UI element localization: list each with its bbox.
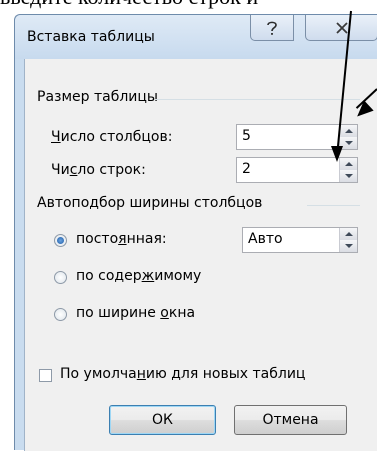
ok-button[interactable]: ОК [109,405,216,435]
arrow-down-icon [344,174,353,178]
default-for-new-tables-label[interactable]: По умолчанию для новых таблиц [60,366,305,382]
arrow-up-icon [344,162,353,166]
rows-label: Число строк: [51,162,146,178]
fixed-width-value: Авто [248,231,283,247]
insert-table-dialog: Вставка таблицы Размер таблицы Число сто… [14,14,377,451]
arrow-down-icon [344,141,353,145]
rows-value: 2 [242,161,251,177]
arrow-up-icon [344,129,353,133]
fixed-width-down-button[interactable] [340,240,357,252]
close-button[interactable] [305,15,377,41]
fixed-width-label[interactable]: постоянная: [76,231,167,247]
fit-contents-label[interactable]: по содержимому [76,268,201,284]
radio-fit-window[interactable] [54,308,67,321]
fixed-width-spin-buttons [339,228,357,252]
dialog-client-area: Размер таблицы Число столбцов: 5 Число с… [24,59,377,451]
arrow-up-icon [344,232,353,236]
dialog-title: Вставка таблицы [27,29,155,45]
radio-selected-dot [57,237,64,244]
fit-window-label[interactable]: по ширине окна [76,305,195,321]
group-divider [307,205,360,206]
cancel-button[interactable]: Отмена [234,405,347,435]
radio-fixed-width[interactable] [54,234,67,247]
table-size-group-label: Размер таблицы [37,89,158,105]
autofit-group-label: Автоподбор ширины столбцов [37,195,263,211]
annotation-arrow-head [331,146,343,162]
columns-value: 5 [242,128,251,144]
rows-down-button[interactable] [340,170,357,182]
arrow-down-icon [344,244,353,248]
radio-fit-contents[interactable] [54,271,67,284]
help-button[interactable] [250,15,294,41]
columns-label: Число столбцов: [51,129,173,145]
group-divider [155,99,360,100]
close-icon [335,21,348,34]
fixed-width-spinner[interactable]: Авто [242,227,358,253]
default-for-new-tables-checkbox[interactable] [39,369,52,382]
question-mark-icon [267,21,277,35]
title-bar: Вставка таблицы [15,15,377,59]
